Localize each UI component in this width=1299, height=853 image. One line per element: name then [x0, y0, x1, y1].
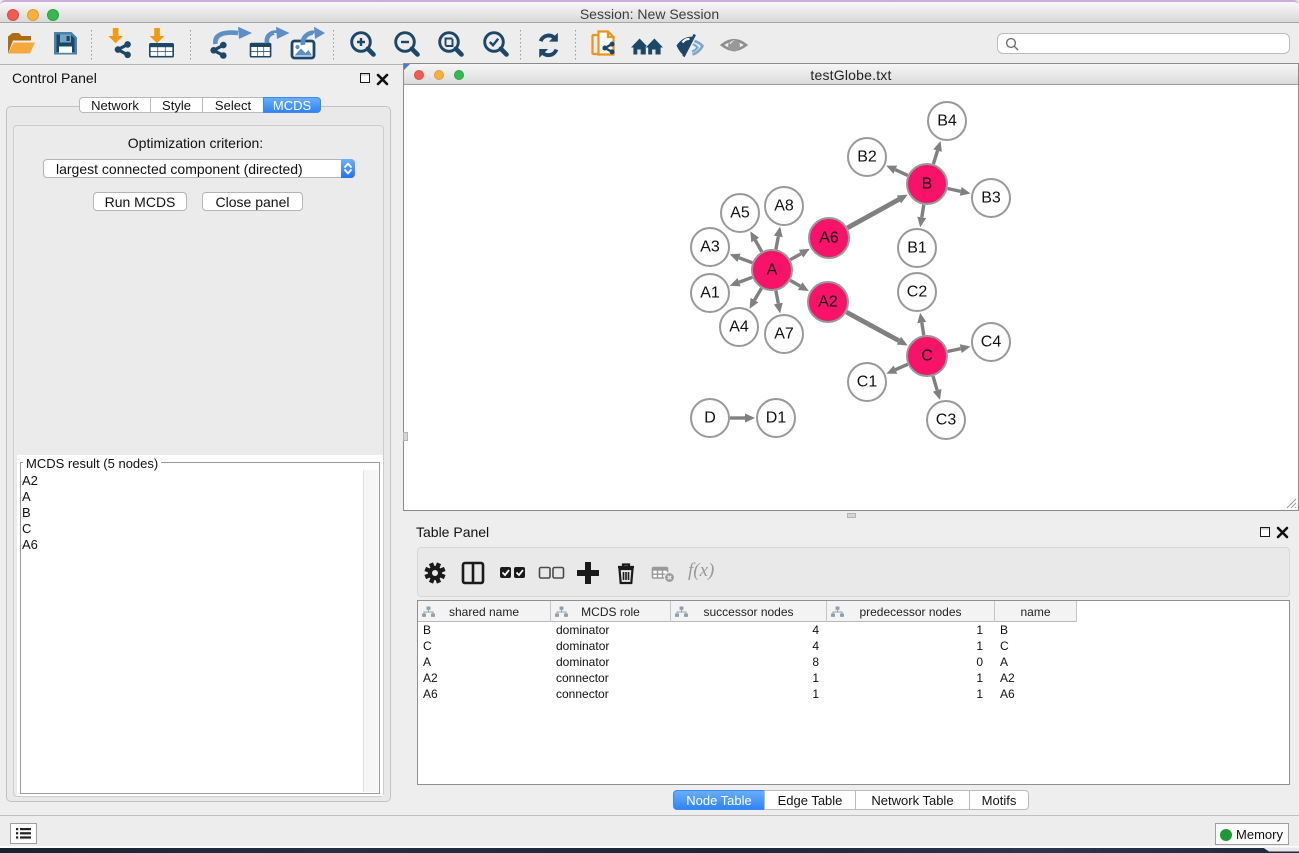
svg-text:B4: B4 [937, 113, 957, 130]
svg-text:B1: B1 [907, 240, 927, 257]
svg-text:A5: A5 [730, 205, 750, 222]
svg-text:A4: A4 [729, 319, 749, 336]
svg-text:B: B [922, 176, 933, 193]
svg-text:A7: A7 [774, 326, 794, 343]
svg-text:D: D [704, 410, 716, 427]
svg-text:C3: C3 [936, 412, 957, 429]
svg-text:C2: C2 [907, 284, 928, 301]
svg-text:A6: A6 [819, 230, 839, 247]
svg-text:C4: C4 [981, 334, 1002, 351]
svg-text:A8: A8 [774, 198, 794, 215]
svg-text:A2: A2 [818, 294, 838, 311]
svg-text:D1: D1 [766, 410, 787, 427]
svg-text:A1: A1 [700, 285, 720, 302]
svg-text:A3: A3 [700, 239, 720, 256]
svg-text:B2: B2 [857, 149, 877, 166]
svg-text:B3: B3 [981, 190, 1001, 207]
svg-text:A: A [767, 262, 778, 279]
svg-text:C1: C1 [857, 374, 878, 391]
svg-text:C: C [921, 348, 933, 365]
